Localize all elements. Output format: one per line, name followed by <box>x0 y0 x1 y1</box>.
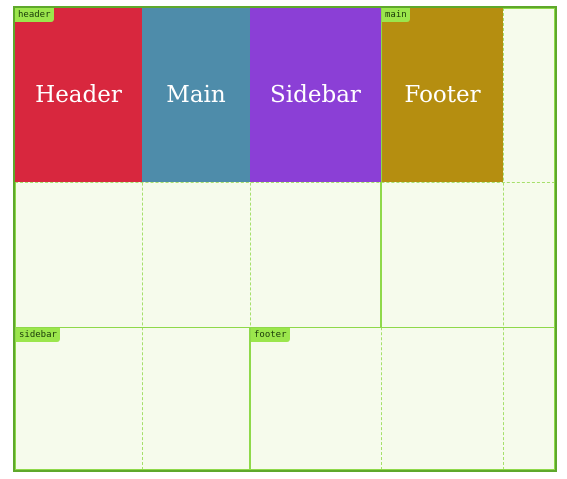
area-label-footer: footer <box>251 328 290 342</box>
grid-container: header main sidebar footer Header Main S… <box>13 6 557 472</box>
grid-item-main: Main <box>142 8 250 182</box>
area-label-main-overlay: main <box>382 8 410 22</box>
grid-item-label: Main <box>166 82 226 108</box>
grid-item-label: Header <box>35 82 122 108</box>
grid-item-sidebar: Sidebar <box>250 8 381 182</box>
grid-item-label: Footer <box>404 82 481 108</box>
area-label-header-overlay: header <box>15 8 54 22</box>
grid-item-header: Header <box>15 8 142 182</box>
grid-item-label: Sidebar <box>270 82 361 108</box>
area-sidebar: sidebar <box>15 327 250 470</box>
area-footer: footer <box>250 327 555 470</box>
area-label-sidebar: sidebar <box>16 328 60 342</box>
grid-item-footer: Footer <box>382 8 503 182</box>
